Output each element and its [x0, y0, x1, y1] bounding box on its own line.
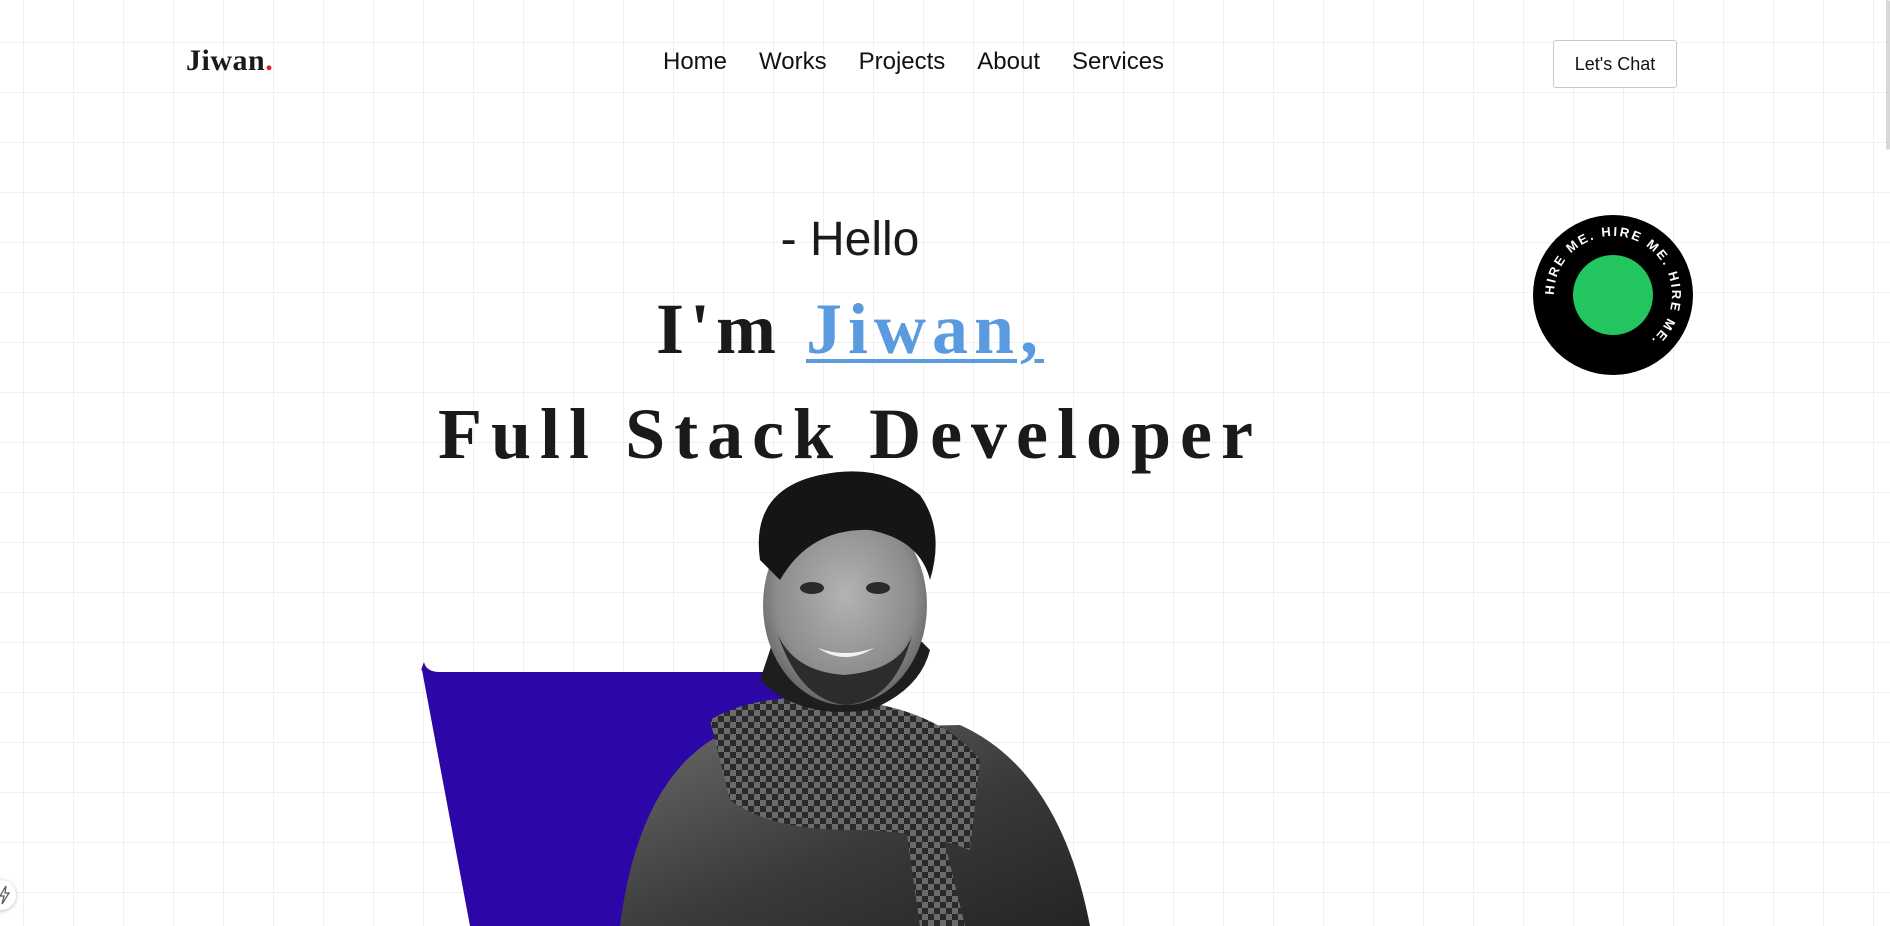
logo-dot: . — [265, 44, 274, 77]
hero-portrait — [421, 471, 1090, 926]
nav-links: Home Works Projects About Services — [663, 48, 1164, 76]
lightning-icon — [0, 885, 11, 905]
portrait-eye-right — [866, 582, 890, 594]
nav-link-about[interactable]: About — [977, 48, 1040, 76]
logo[interactable]: Jiwan. — [186, 44, 273, 78]
lets-chat-button[interactable]: Let's Chat — [1553, 40, 1677, 88]
nav-link-works[interactable]: Works — [759, 48, 827, 76]
nav-link-projects[interactable]: Projects — [859, 48, 946, 76]
badge-center-dot — [1573, 255, 1653, 335]
side-toggle-tab[interactable] — [0, 880, 16, 910]
hire-me-badge-graphic: HIRE ME. HIRE ME. HIRE ME. — [1533, 215, 1693, 375]
hero-name-link[interactable]: Jiwan, — [806, 289, 1044, 369]
hero-greeting: - Hello — [780, 213, 920, 266]
nav-link-services[interactable]: Services — [1072, 48, 1164, 76]
hero-role: Full Stack Developer — [438, 394, 1262, 474]
headline-prefix: I'm — [655, 289, 806, 369]
portrait-eye-left — [800, 582, 824, 594]
nav-link-home[interactable]: Home — [663, 48, 727, 76]
hero-headline: I'm Jiwan, — [0, 288, 1700, 371]
top-navbar: Jiwan. Home Works Projects About Service… — [0, 0, 1890, 130]
logo-text: Jiwan — [186, 44, 266, 77]
hire-me-badge[interactable]: HIRE ME. HIRE ME. HIRE ME. — [1533, 215, 1693, 375]
